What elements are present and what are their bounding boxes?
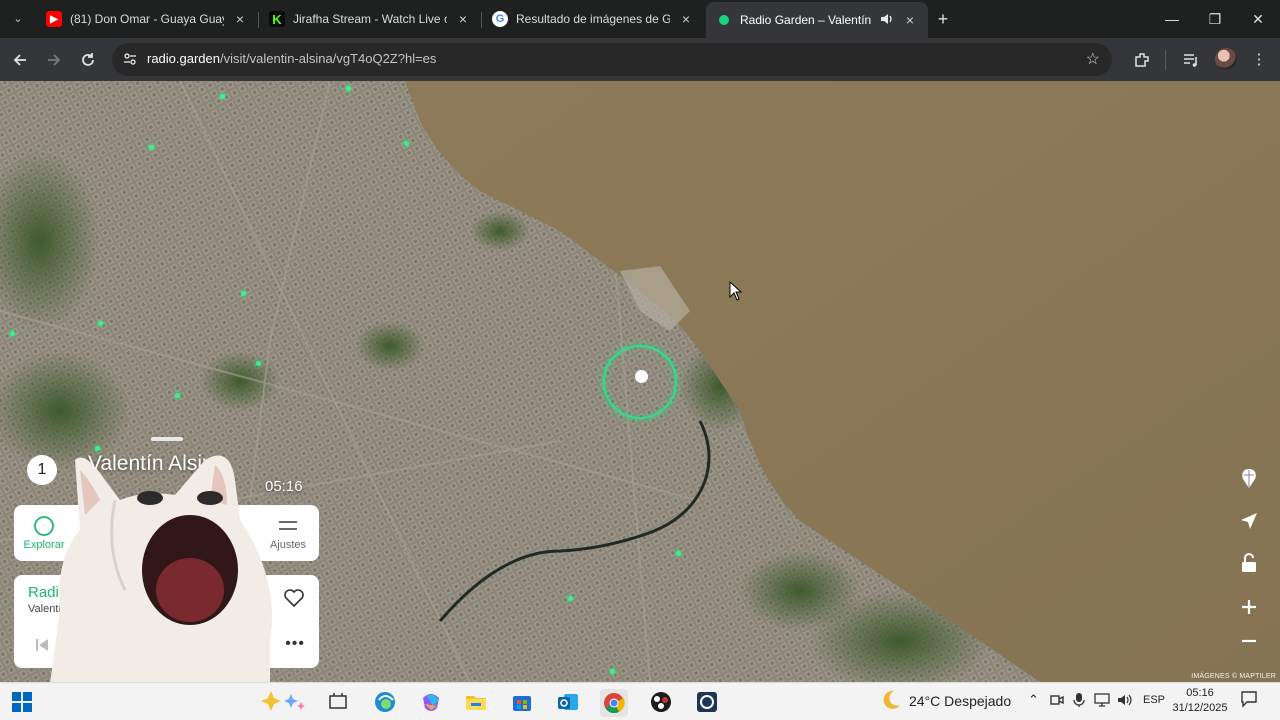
url-path: /visit/valentin-alsina/vgT4oQ2Z?hl=es bbox=[220, 51, 437, 66]
input-language[interactable]: ESP bbox=[1143, 694, 1165, 706]
station-dot[interactable] bbox=[175, 393, 180, 398]
radio-garden-icon bbox=[716, 12, 732, 28]
notifications-icon[interactable] bbox=[1240, 690, 1258, 708]
tab-search-chevron-icon[interactable]: ⌄ bbox=[8, 9, 28, 29]
file-explorer-icon[interactable] bbox=[464, 690, 488, 714]
tab-title: Jirafha Stream - Watch Live on K bbox=[293, 12, 447, 26]
reload-button[interactable] bbox=[75, 47, 101, 73]
task-view-icon[interactable] bbox=[326, 690, 350, 714]
toolbar-divider bbox=[1165, 50, 1166, 70]
edge-icon[interactable] bbox=[373, 690, 397, 714]
google-icon: G bbox=[492, 11, 508, 27]
tab-strip: ⌄ ▶ (81) Don Omar - Guaya Guaya ( × K Ji… bbox=[0, 0, 1280, 38]
tab-title: Resultado de imágenes de Goo bbox=[516, 12, 670, 26]
profile-avatar[interactable] bbox=[1215, 48, 1237, 70]
app-window-icon[interactable] bbox=[695, 690, 719, 714]
station-dot[interactable] bbox=[610, 669, 615, 674]
tab-title: Radio Garden – Valentín Als bbox=[740, 13, 874, 27]
cat-overlay-image bbox=[45, 455, 272, 720]
windows-start-icon[interactable] bbox=[10, 690, 34, 714]
windows-taskbar bbox=[0, 682, 1280, 720]
copilot-sparkle-icon[interactable] bbox=[259, 689, 309, 713]
speaker-icon[interactable] bbox=[880, 13, 894, 28]
outlook-icon[interactable] bbox=[556, 690, 580, 714]
site-settings-icon[interactable] bbox=[122, 51, 138, 67]
zoom-in-button[interactable] bbox=[1233, 591, 1265, 623]
address-bar[interactable]: radio.garden/visit/valentin-alsina/vgT4o… bbox=[112, 43, 1112, 76]
media-control-icon[interactable] bbox=[1178, 47, 1204, 73]
unlock-icon[interactable] bbox=[1233, 547, 1265, 579]
tab-radio-garden[interactable]: Radio Garden – Valentín Als × bbox=[706, 2, 928, 38]
network-icon[interactable] bbox=[1094, 693, 1110, 707]
minimize-button[interactable]: — bbox=[1149, 0, 1195, 38]
back-button[interactable] bbox=[7, 47, 33, 73]
url-text: radio.garden/visit/valentin-alsina/vgT4o… bbox=[147, 51, 436, 66]
station-dot[interactable] bbox=[220, 94, 225, 99]
tab-youtube[interactable]: ▶ (81) Don Omar - Guaya Guaya ( × bbox=[36, 4, 258, 34]
microphone-icon[interactable] bbox=[1073, 692, 1085, 708]
close-tab-icon[interactable]: × bbox=[678, 11, 694, 27]
locate-me-icon[interactable] bbox=[1233, 505, 1265, 537]
chrome-taskbar-button[interactable] bbox=[600, 689, 628, 717]
chrome-icon bbox=[604, 693, 625, 714]
tray-overflow-chevron-icon[interactable]: ⌃ bbox=[1028, 692, 1039, 708]
volume-icon[interactable] bbox=[1117, 693, 1133, 707]
station-dot[interactable] bbox=[568, 596, 573, 601]
url-host: radio.garden bbox=[147, 51, 220, 66]
close-window-button[interactable]: ✕ bbox=[1235, 0, 1280, 38]
station-dot[interactable] bbox=[404, 141, 409, 146]
globe-view-icon[interactable] bbox=[1233, 463, 1265, 495]
station-dot[interactable] bbox=[10, 331, 15, 336]
kick-icon: K bbox=[269, 11, 285, 27]
tab-google-images[interactable]: G Resultado de imágenes de Goo × bbox=[482, 4, 704, 34]
station-dot[interactable] bbox=[256, 361, 261, 366]
forward-button[interactable] bbox=[41, 47, 67, 73]
selected-station-dot[interactable] bbox=[635, 370, 648, 383]
station-dot[interactable] bbox=[149, 145, 154, 150]
weather-text[interactable]: 24°C Despejado bbox=[909, 693, 1011, 709]
copilot-app-icon[interactable] bbox=[419, 690, 443, 714]
new-tab-button[interactable]: + bbox=[932, 8, 954, 30]
extensions-icon[interactable] bbox=[1129, 47, 1155, 73]
clock-time: 05:16 bbox=[1186, 687, 1214, 699]
station-dot[interactable] bbox=[241, 291, 246, 296]
obs-icon[interactable] bbox=[649, 690, 673, 714]
meet-now-icon[interactable] bbox=[1050, 693, 1064, 707]
station-dot[interactable] bbox=[676, 551, 681, 556]
zoom-out-button[interactable] bbox=[1233, 625, 1265, 657]
more-options-icon[interactable]: ••• bbox=[285, 635, 305, 653]
system-clock[interactable]: 05:16 31/12/2025 bbox=[1170, 686, 1230, 716]
youtube-icon: ▶ bbox=[46, 11, 62, 27]
menu-kebab-icon[interactable]: ⋮ bbox=[1246, 47, 1272, 73]
restore-button[interactable]: ❐ bbox=[1192, 0, 1238, 38]
clock-date: 31/12/2025 bbox=[1172, 702, 1228, 714]
microsoft-store-icon[interactable] bbox=[510, 690, 534, 714]
station-dot[interactable] bbox=[98, 321, 103, 326]
bookmark-star-icon[interactable]: ☆ bbox=[1086, 49, 1100, 69]
browser-toolbar: radio.garden/visit/valentin-alsina/vgT4o… bbox=[0, 38, 1280, 81]
mouse-cursor-icon bbox=[729, 281, 743, 301]
moon-weather-icon[interactable] bbox=[880, 689, 902, 711]
close-tab-icon[interactable]: × bbox=[455, 11, 471, 27]
tab-kick[interactable]: K Jirafha Stream - Watch Live on K × bbox=[259, 4, 481, 34]
close-tab-icon[interactable]: × bbox=[902, 12, 918, 28]
heart-icon[interactable] bbox=[283, 587, 305, 609]
map-attribution: IMÁGENES © MAPTILER bbox=[1191, 673, 1276, 680]
tab-title: (81) Don Omar - Guaya Guaya ( bbox=[70, 12, 224, 26]
station-dot[interactable] bbox=[346, 86, 351, 91]
close-tab-icon[interactable]: × bbox=[232, 11, 248, 27]
